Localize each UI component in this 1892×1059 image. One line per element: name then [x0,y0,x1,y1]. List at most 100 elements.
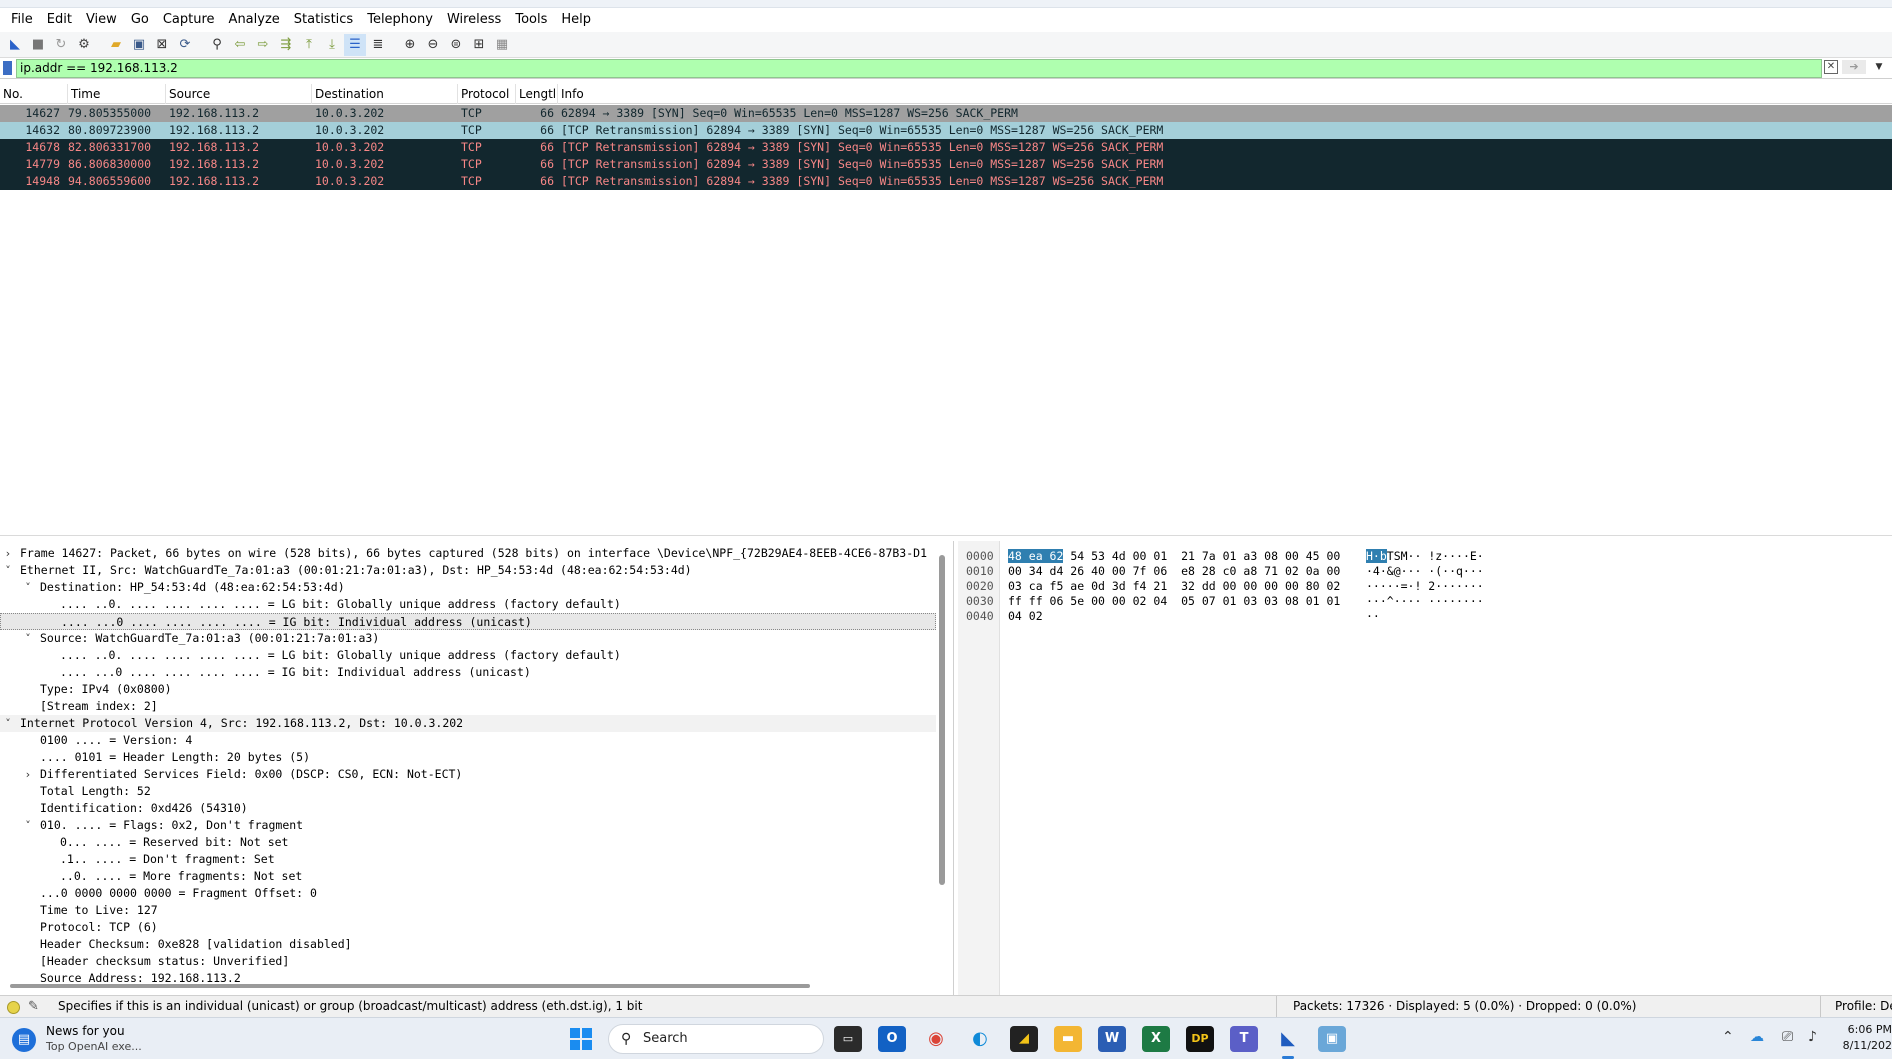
collapse-arrow-icon[interactable]: ˅ [2,715,14,732]
detail-tree-item[interactable]: ˅ 010. .... = Flags: 0x2, Don't fragment [0,817,936,834]
apply-filter-icon[interactable]: ➔ [1842,60,1866,74]
details-horizontal-scrollbar[interactable] [10,984,810,988]
options-gear-icon[interactable]: ⚙ [73,34,95,56]
tray-chevron-icon[interactable]: ⌃ [1722,1029,1734,1045]
chrome-icon[interactable]: ◉ [922,1026,950,1052]
word-icon[interactable]: W [1098,1026,1126,1052]
detail-tree-item[interactable]: 0... .... = Reserved bit: Not set [0,834,936,851]
menu-go[interactable]: Go [124,8,156,32]
close-file-icon[interactable]: ⊠ [151,34,173,56]
outlook-icon[interactable]: O [878,1026,906,1052]
expand-arrow-icon[interactable]: › [2,545,14,562]
network-icon[interactable]: ⎚ [1782,1029,1793,1045]
packet-row[interactable]: 14627 79.805355000 192.168.113.2 10.0.3.202… [0,105,1892,122]
normal-size-icon[interactable]: ⊜ [445,34,467,56]
column-destination[interactable]: Destination [312,84,458,104]
detail-tree-item[interactable]: › Frame 14627: Packet, 66 bytes on wire (… [0,545,936,562]
colorize-icon[interactable]: ≣ [367,34,389,56]
menu-file[interactable]: File [4,8,40,32]
detail-tree-item[interactable]: 0100 .... = Version: 4 [0,732,936,749]
edit-comment-icon[interactable]: ✎ [28,996,39,1017]
reload-icon[interactable]: ⟳ [174,34,196,56]
detail-tree-item[interactable]: ...0 0000 0000 0000 = Fragment Offset: 0 [0,885,936,902]
column-source[interactable]: Source [166,84,312,104]
detail-tree-item[interactable]: Identification: 0xd426 (54310) [0,800,936,817]
resize-columns-icon[interactable]: ⊞ [468,34,490,56]
filter-bookmark-icon[interactable] [3,61,12,75]
onedrive-icon[interactable]: ☁ [1750,1029,1764,1045]
detail-tree-item[interactable]: Total Length: 52 [0,783,936,800]
byte-ascii-row[interactable]: ·4·&@··· ·(··q··· [1366,564,1484,579]
system-clock[interactable]: 6:06 PM 8/11/202 [1838,1022,1892,1054]
menu-help[interactable]: Help [554,8,598,32]
byte-hex-row[interactable]: 00 34 d4 26 40 00 7f 06 e8 28 c0 a8 71 0… [1008,564,1340,579]
detail-tree-item[interactable]: [Stream index: 2] [0,698,936,715]
go-to-packet-icon[interactable]: ⇶ [275,34,297,56]
byte-hex-row[interactable]: ff ff 06 5e 00 00 02 04 05 07 01 03 03 0… [1008,594,1340,609]
windows-start-icon[interactable] [570,1028,592,1050]
restart-icon[interactable]: ↻ [50,34,72,56]
details-vertical-scrollbar[interactable] [939,555,945,885]
excel-icon[interactable]: X [1142,1026,1170,1052]
display-filter-input[interactable]: ip.addr == 192.168.113.2 [16,59,1822,78]
packet-row[interactable]: 14678 82.806331700 192.168.113.2 10.0.3.202… [0,139,1892,156]
expert-info-indicator-icon[interactable] [7,1001,20,1014]
wireshark-icon[interactable]: ◣ [1274,1026,1302,1059]
column-no[interactable]: No. [0,84,68,104]
clear-filter-icon[interactable]: ✕ [1824,60,1838,74]
column-time[interactable]: Time [68,84,166,104]
detail-tree-item[interactable]: ˅ Destination: HP_54:53:4d (48:ea:62:54:5… [0,579,936,596]
detail-tree-item[interactable]: .... ..0. .... .... .... .... = LG bit: … [0,596,936,613]
dp-app-icon[interactable]: DP [1186,1026,1214,1052]
open-folder-icon[interactable]: ▰ [105,34,127,56]
menu-telephony[interactable]: Telephony [360,8,440,32]
shark-fin-start-icon[interactable]: ◣ [4,34,26,56]
status-profile[interactable]: Profile: Def [1820,996,1892,1017]
detail-tree-item[interactable]: Header Checksum: 0xe828 [validation disa… [0,936,936,953]
menu-wireless[interactable]: Wireless [440,8,508,32]
byte-ascii-row[interactable]: ·····=·! 2······· [1366,579,1484,594]
teams-icon[interactable]: T [1230,1026,1258,1052]
packet-row[interactable]: 14948 94.806559600 192.168.113.2 10.0.3.202… [0,173,1892,190]
menu-analyze[interactable]: Analyze [222,8,287,32]
detail-tree-item[interactable]: ˅ Internet Protocol Version 4, Src: 192.1… [0,715,936,732]
byte-ascii-row[interactable]: H·bTSM·· !z····E· [1366,549,1484,564]
detail-tree-item[interactable]: Time to Live: 127 [0,902,936,919]
column-length[interactable]: Lengtl [516,84,558,104]
byte-ascii-row[interactable]: ·· [1366,609,1380,624]
detail-tree-item[interactable]: .... ...0 .... .... .... .... = IG bit: … [0,664,936,681]
column-protocol[interactable]: Protocol [458,84,516,104]
edge-icon[interactable]: ◐ [966,1026,994,1052]
collapse-arrow-icon[interactable]: ˅ [22,579,34,596]
detail-tree-item[interactable]: ˅ Ethernet II, Src: WatchGuardTe_7a:01:a3… [0,562,936,579]
detail-tree-item[interactable]: ˅ Source: WatchGuardTe_7a:01:a3 (00:01:21… [0,630,936,647]
column-info[interactable]: Info [558,84,1892,104]
menu-edit[interactable]: Edit [40,8,79,32]
detail-tree-item[interactable]: .... ...0 .... .... .... .... = IG bit: … [0,613,936,630]
detail-tree-item[interactable]: .1.. .... = Don't fragment: Set [0,851,936,868]
first-packet-icon[interactable]: ⤒ [298,34,320,56]
autoscroll-icon[interactable]: ☰ [344,33,366,56]
menu-statistics[interactable]: Statistics [287,8,360,32]
taskbar-search[interactable]: ⚲ Search [608,1024,824,1054]
layout-icon[interactable]: ▦ [491,34,513,56]
back-arrow-icon[interactable]: ⇦ [229,34,251,56]
collapse-arrow-icon[interactable]: ˅ [22,817,34,834]
detail-tree-item[interactable]: Type: IPv4 (0x0800) [0,681,936,698]
detail-tree-item[interactable]: Protocol: TCP (6) [0,919,936,936]
detail-tree-item[interactable]: .... ..0. .... .... .... .... = LG bit: … [0,647,936,664]
detail-tree-item[interactable]: ..0. .... = More fragments: Not set [0,868,936,885]
news-widget[interactable]: ▤ News for you Top OpenAI exe... [12,1024,142,1054]
task-view-icon[interactable]: ▭ [834,1026,862,1052]
menu-tools[interactable]: Tools [508,8,554,32]
volume-icon[interactable]: ♪ [1808,1029,1817,1045]
detail-tree-item[interactable]: › Differentiated Services Field: 0x00 (DS… [0,766,936,783]
expand-arrow-icon[interactable]: › [22,766,34,783]
remote-desktop-icon[interactable]: ▣ [1318,1026,1346,1052]
packet-row[interactable]: 14779 86.806830000 192.168.113.2 10.0.3.202… [0,156,1892,173]
packet-row[interactable]: 14632 80.809723900 192.168.113.2 10.0.3.202… [0,122,1892,139]
detail-tree-item[interactable]: [Header checksum status: Unverified] [0,953,936,970]
file-explorer-icon[interactable]: ▬ [1054,1026,1082,1052]
menu-capture[interactable]: Capture [156,8,222,32]
byte-hex-row[interactable]: 48 ea 62 54 53 4d 00 01 21 7a 01 a3 08 0… [1008,549,1340,564]
